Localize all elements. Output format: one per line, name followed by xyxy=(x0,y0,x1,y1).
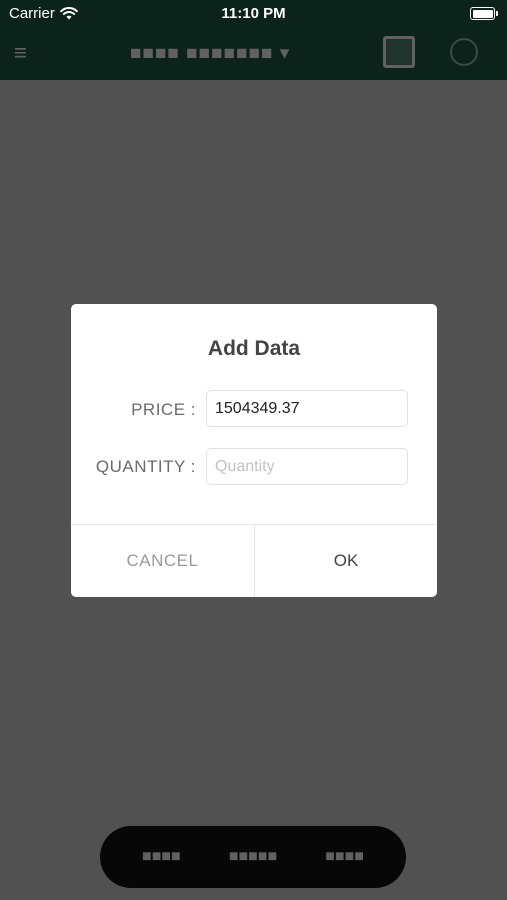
cancel-button[interactable]: CANCEL xyxy=(71,525,254,597)
price-label: PRICE : xyxy=(131,400,196,419)
dialog-title: Add Data xyxy=(207,337,301,360)
battery-icon xyxy=(470,7,498,20)
status-bar: Carrier 11:10 PM xyxy=(0,0,507,28)
add-data-dialog: Add Data PRICE : QUANTITY : CANCEL OK xyxy=(71,304,437,597)
app-screen: ≡ ■■■■ ■■■■■■■ ▾ ■■■■ ■■■■■ ■■■■ Carrier… xyxy=(0,0,507,900)
ok-button[interactable]: OK xyxy=(255,525,437,597)
quantity-label: QUANTITY : xyxy=(95,457,196,476)
status-time: 11:10 PM xyxy=(221,5,286,22)
price-input[interactable] xyxy=(206,390,408,427)
quantity-input[interactable] xyxy=(206,448,408,485)
